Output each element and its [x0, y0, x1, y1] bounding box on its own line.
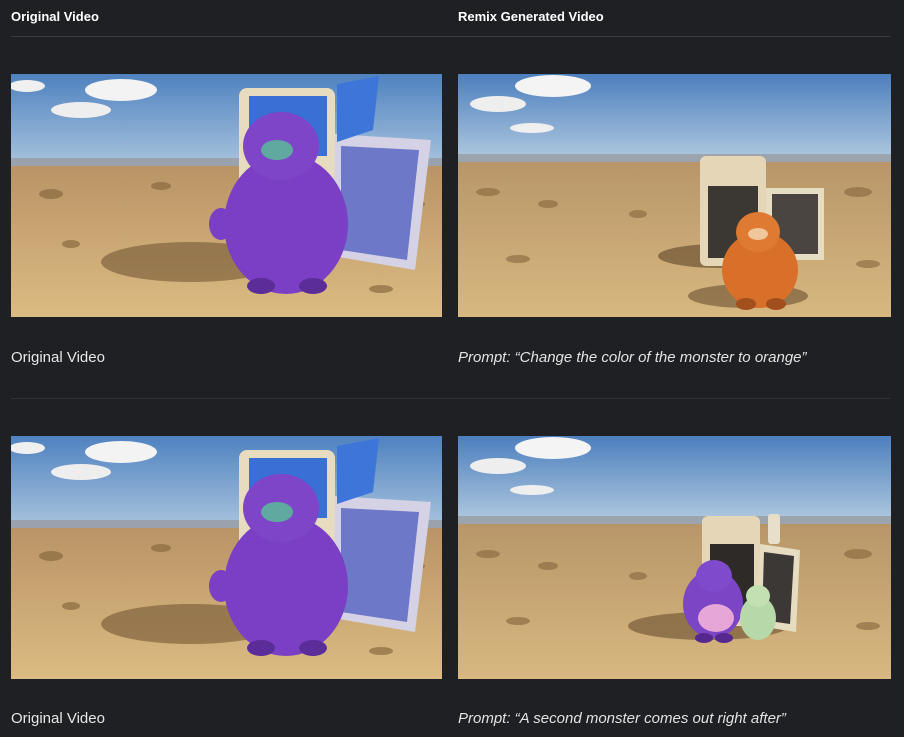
remix-prompt-1: Prompt: “Change the color of the monster…	[458, 349, 807, 366]
remix-prompt-2: Prompt: “A second monster comes out righ…	[458, 710, 786, 727]
header-divider	[11, 36, 890, 37]
original-column-header: Original Video	[11, 9, 99, 24]
desert-purple-monster-image	[11, 436, 442, 679]
remix-video-frame-2[interactable]	[458, 436, 891, 679]
row-divider	[11, 398, 890, 399]
remix-video-frame-1[interactable]	[458, 74, 891, 317]
original-video-frame-1[interactable]	[11, 74, 442, 317]
desert-purple-monster-image	[11, 74, 442, 317]
original-caption-1: Original Video	[11, 349, 105, 366]
original-caption-2: Original Video	[11, 710, 105, 727]
original-video-frame-2[interactable]	[11, 436, 442, 679]
desert-orange-monster-image	[458, 74, 891, 317]
remix-column-header: Remix Generated Video	[458, 9, 604, 24]
desert-two-monsters-image	[458, 436, 891, 679]
